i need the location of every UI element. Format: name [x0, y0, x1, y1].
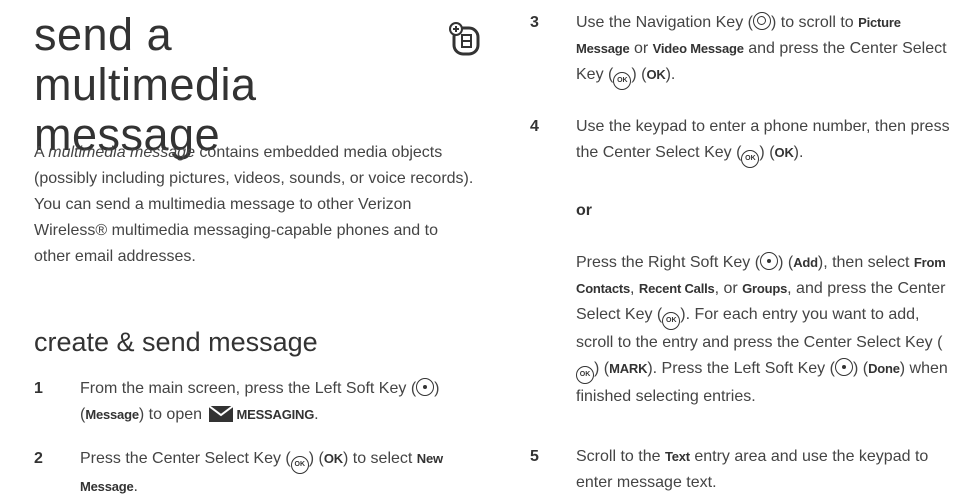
step-number: 3 — [530, 14, 539, 31]
ui-label: OK — [646, 67, 666, 82]
step-number: 4 — [530, 118, 539, 135]
soft-key-icon — [834, 358, 853, 376]
step-4-alternative: Press the Right Soft Key () (Add), then … — [576, 252, 948, 405]
ui-label: Groups — [742, 281, 788, 296]
ui-label: Recent Calls — [638, 281, 715, 296]
ui-label: MARK — [609, 361, 648, 376]
center-select-key-icon: OK — [741, 150, 760, 168]
step-number: 1 — [34, 380, 43, 397]
step-number: 5 — [530, 448, 539, 465]
intro-paragraph: A multimedia message contains embedded m… — [34, 144, 474, 265]
step-number: 2 — [34, 450, 43, 467]
step-4-or: or — [576, 198, 950, 224]
center-select-key-icon: OK — [662, 312, 681, 330]
center-select-key-icon: OK — [290, 456, 309, 474]
soft-key-icon — [760, 252, 779, 270]
soft-key-icon — [416, 378, 435, 396]
center-select-key-icon: OK — [576, 366, 594, 384]
ui-label: Text — [664, 449, 690, 464]
section-heading: create & send message — [34, 327, 318, 357]
or-word: or — [576, 202, 592, 219]
navigation-key-icon — [752, 12, 771, 30]
intro-term: multimedia message — [48, 144, 195, 161]
ui-label: OK — [774, 145, 794, 160]
center-select-key-icon: OK — [613, 72, 632, 90]
ui-label: Add — [793, 255, 818, 270]
ui-label: MESSAGING — [236, 407, 315, 422]
ui-label: Video Message — [652, 41, 744, 56]
ui-label: Message — [85, 407, 139, 422]
page-title: send a multimedia message — [34, 9, 257, 160]
ui-label: Done — [868, 361, 900, 376]
envelope-icon — [209, 406, 234, 422]
ui-label: OK — [323, 451, 343, 466]
new-message-icon — [449, 22, 480, 56]
